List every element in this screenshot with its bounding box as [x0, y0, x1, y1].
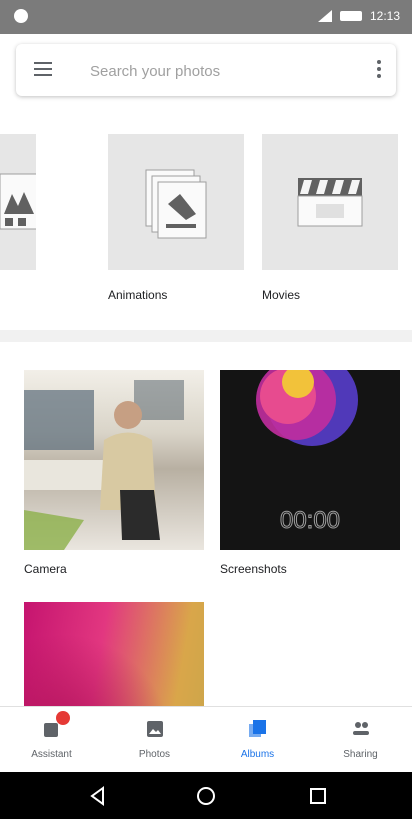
more-options-icon[interactable]: [374, 60, 384, 80]
creations-row: Animations Movies: [0, 118, 412, 318]
nav-sharing[interactable]: Sharing: [309, 707, 412, 773]
search-input[interactable]: [88, 58, 352, 84]
status-time: 12:13: [369, 9, 400, 23]
albums-icon: [249, 720, 266, 737]
home-icon[interactable]: [194, 784, 218, 808]
creation-label-movies: Movies: [262, 288, 301, 302]
menu-icon[interactable]: [34, 62, 52, 76]
folder-label-camera: Camera: [24, 562, 67, 576]
notification-badge: [56, 711, 70, 725]
nav-label-photos: Photos: [138, 749, 171, 760]
sharing-icon: [353, 722, 369, 735]
status-right: 12:13: [317, 9, 400, 23]
creation-label-animations: Animations: [108, 288, 168, 302]
back-icon[interactable]: [86, 784, 110, 808]
nav-albums[interactable]: Albums: [206, 707, 309, 773]
status-bar: 12:13: [0, 0, 412, 34]
recents-icon[interactable]: [306, 784, 330, 808]
nav-label-assistant: Assistant: [31, 749, 72, 760]
creation-movies[interactable]: [262, 134, 398, 270]
system-navigation-bar: [0, 772, 412, 819]
signal-icon: [317, 10, 332, 22]
notification-icon: [14, 9, 28, 23]
battery-icon: [339, 11, 362, 21]
nav-photos[interactable]: Photos: [103, 707, 206, 773]
nav-assistant[interactable]: Assistant: [0, 707, 103, 773]
camera-thumbnail: [24, 370, 204, 550]
movie-clapper-icon: [297, 178, 363, 227]
collage-icon: [0, 173, 41, 230]
section-divider: [0, 330, 412, 342]
screenshot-clock: 00:00: [280, 507, 340, 534]
photos-icon: [147, 721, 163, 737]
animation-icon: [145, 169, 207, 239]
screenshots-thumbnail: 00:00: [220, 370, 400, 550]
search-bar[interactable]: [16, 44, 396, 96]
bottom-navigation: Assistant Photos Albums Sharing: [0, 706, 412, 773]
folder-label-screenshots: Screenshots: [220, 562, 287, 576]
nav-label-sharing: Sharing: [343, 749, 378, 760]
nav-label-albums: Albums: [240, 749, 275, 760]
creation-animations[interactable]: [108, 134, 244, 270]
creation-collage[interactable]: [0, 134, 41, 270]
